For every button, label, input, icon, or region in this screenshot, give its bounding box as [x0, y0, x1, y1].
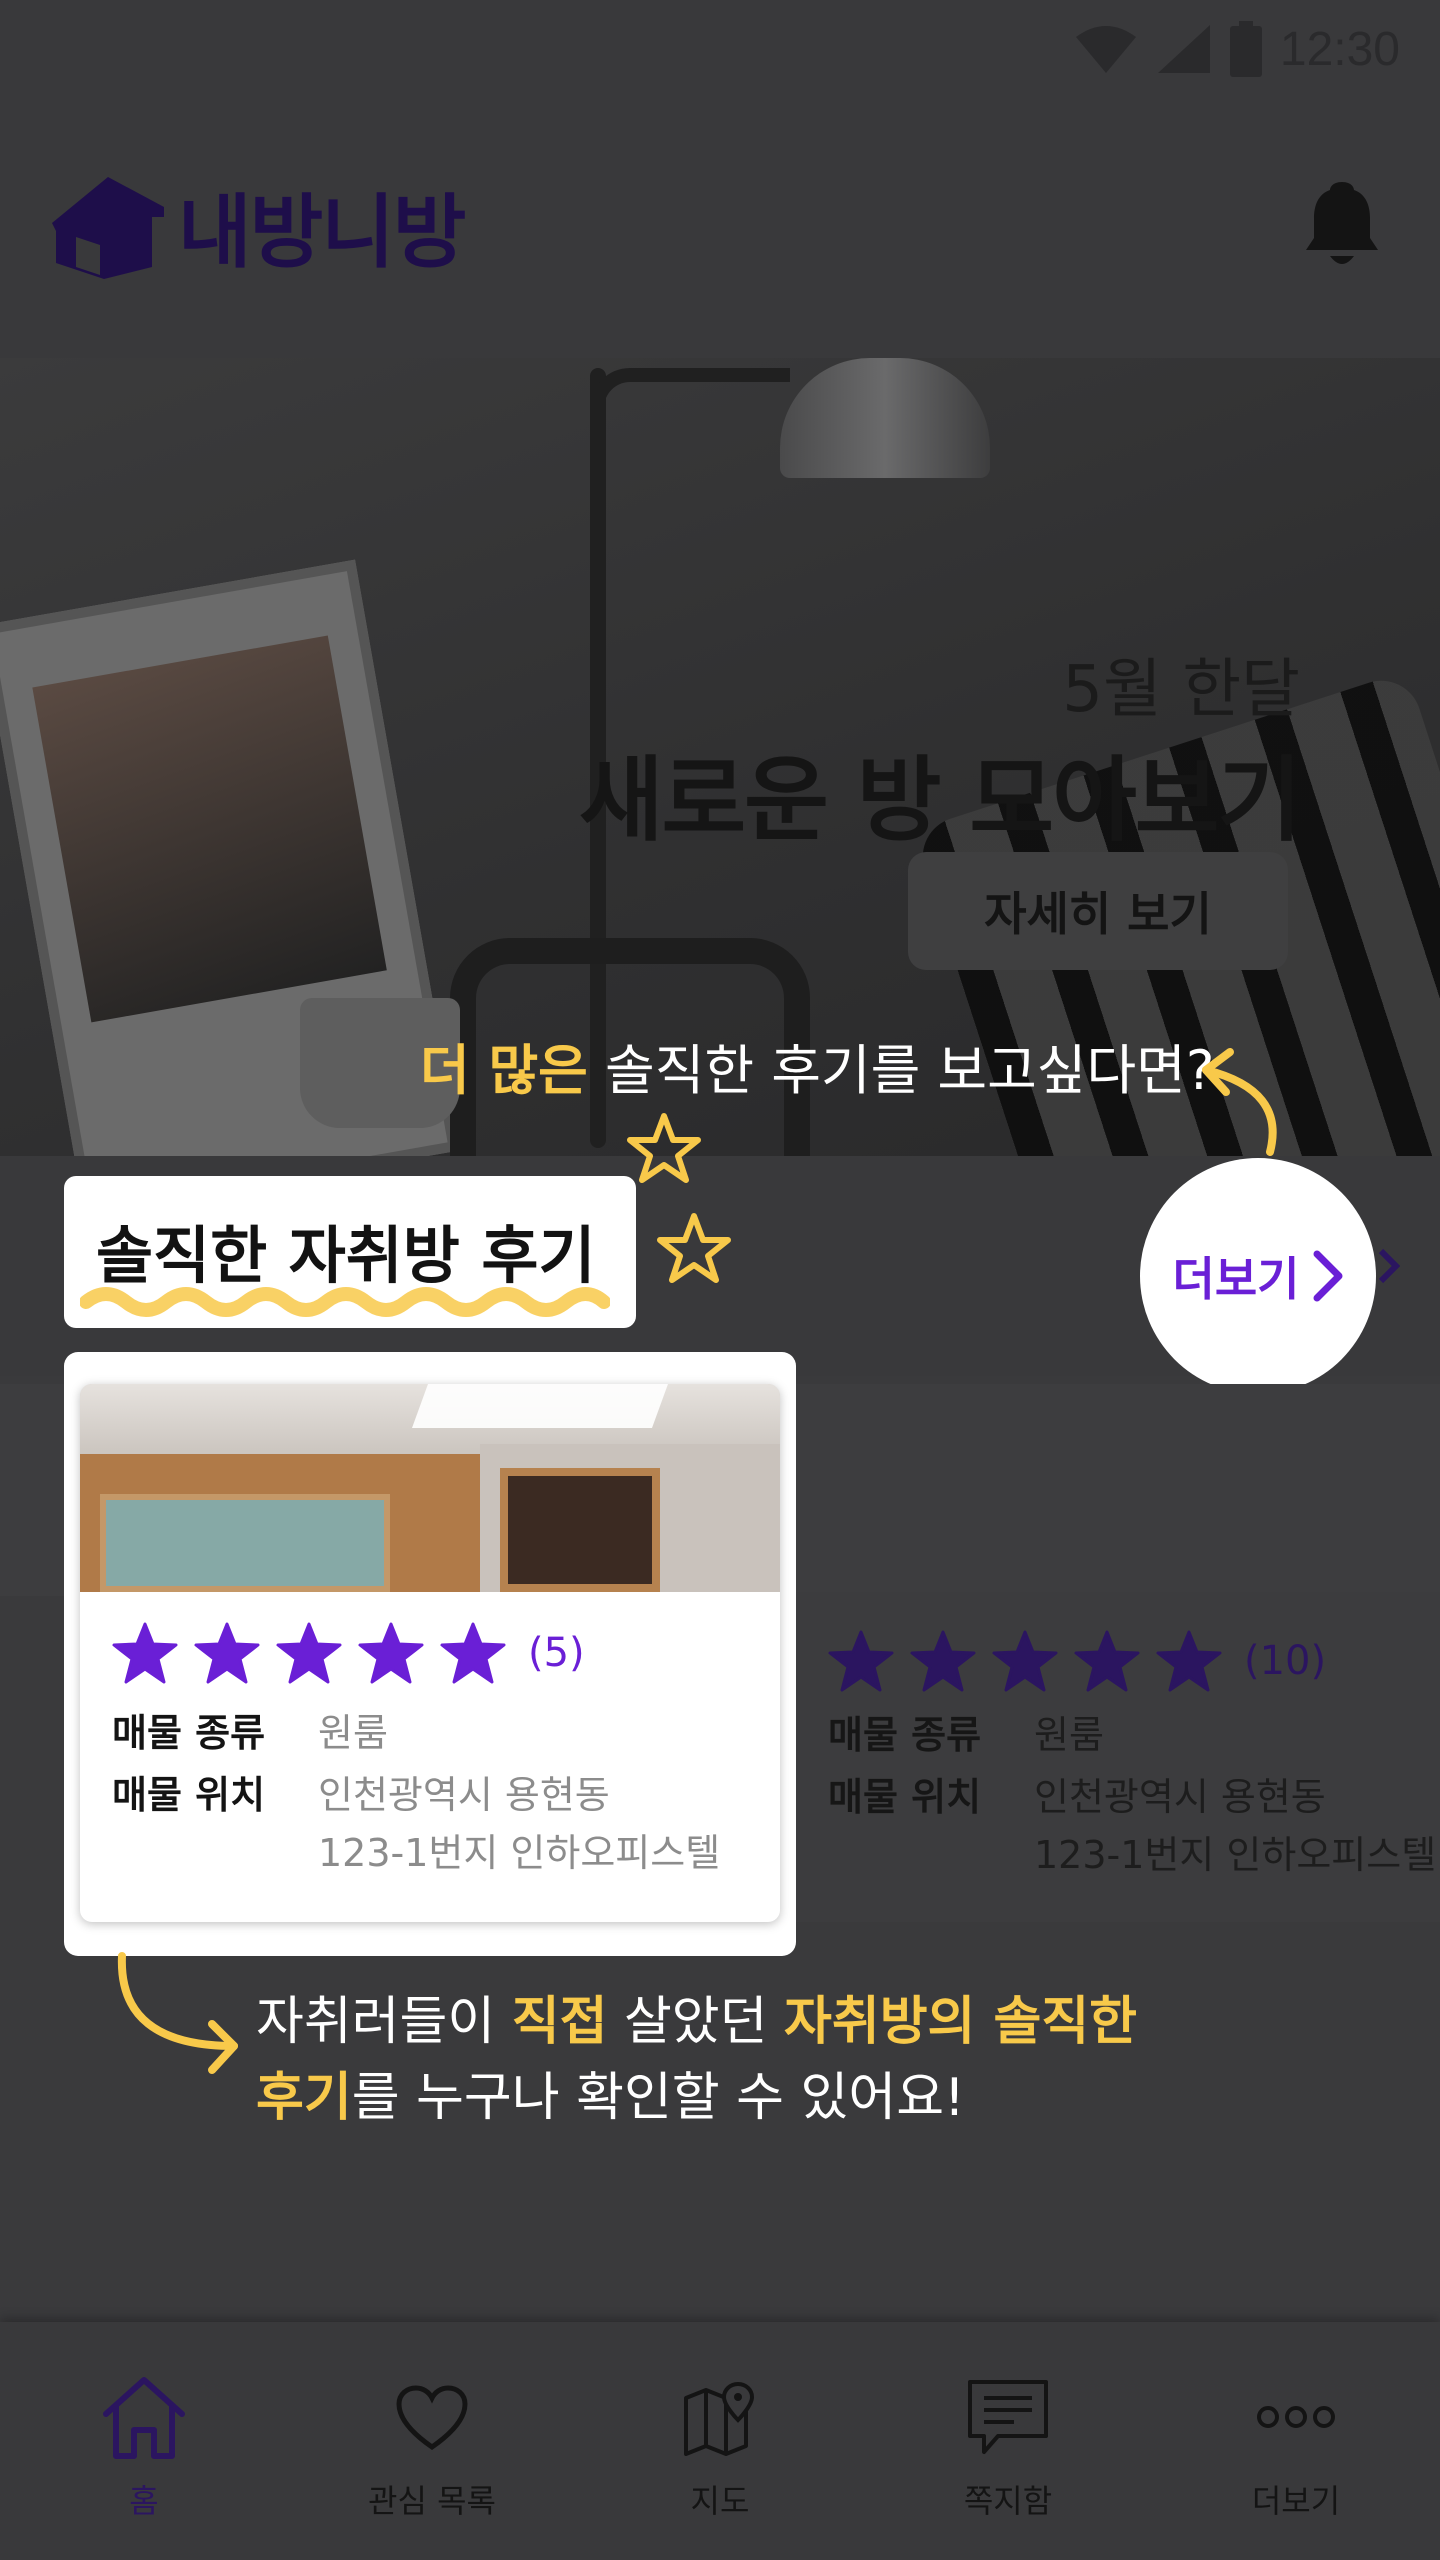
star-filled-icon: [194, 1622, 260, 1684]
nav-item-favorites[interactable]: 관심 목록: [288, 2322, 576, 2560]
property-location-value: 123-1번지 인하오피스텔: [318, 1831, 721, 1875]
nav-label: 더보기: [1251, 2482, 1341, 2520]
property-location-row: 매물 위치 인천광역시 용현동: [828, 1766, 1326, 1821]
callout-highlight: 후기: [256, 2068, 352, 2128]
map-icon: [684, 2381, 755, 2456]
room-light: [411, 1384, 669, 1428]
review-count: (5): [528, 1630, 585, 1676]
nav-label: 지도: [690, 2482, 750, 2520]
app-logo[interactable]: 내방니방: [48, 168, 466, 284]
wifi-icon: [1075, 26, 1136, 73]
property-location-row: 123-1번지 인하오피스텔: [1034, 1824, 1436, 1879]
review-card[interactable]: (10) 매물 종류 원룸 매물 위치 인천광역시 용현동 123-1번지 인하오피…: [790, 1592, 1440, 1922]
banner-title: 새로운 방 모아보기: [578, 747, 1302, 854]
banner-detail-button[interactable]: 자세히 보기: [908, 852, 1288, 970]
bell-icon: [1306, 182, 1378, 264]
callout-more-reviews: 더 많은 솔직한 후기를 보고싶다면?: [420, 1026, 1214, 1105]
star-filled-icon: [910, 1630, 976, 1692]
star-doodle-icon: [627, 1113, 701, 1183]
cellular-signal-icon: [1157, 25, 1210, 73]
notification-button[interactable]: [1302, 178, 1382, 274]
rating-stars: (5): [112, 1622, 585, 1684]
star-filled-icon: [1156, 1630, 1222, 1692]
nav-item-messages[interactable]: 쪽지함: [864, 2322, 1152, 2560]
nav-item-more[interactable]: 더보기: [1152, 2322, 1440, 2560]
callout-text: 솔직한 후기를 보고싶다면?: [587, 1039, 1215, 1102]
star-filled-icon: [992, 1630, 1058, 1692]
star-filled-icon: [1074, 1630, 1140, 1692]
curved-arrow-icon: [117, 1952, 238, 2074]
room-doorway: [500, 1468, 660, 1592]
nav-label: 홈: [129, 2482, 159, 2520]
nav-label: 관심 목록: [368, 2482, 496, 2520]
home-icon: [103, 2377, 185, 2459]
app-name: 내방니방: [178, 186, 466, 279]
property-location-value: 123-1번지 인하오피스텔: [1034, 1833, 1437, 1877]
chevron-right-icon: [1378, 1248, 1400, 1284]
property-location-value: 인천광역시 용현동: [318, 1773, 610, 1817]
property-type-row: 매물 종류 원룸: [112, 1702, 388, 1757]
status-time: 12:30: [1279, 22, 1400, 76]
property-type-label: 매물 종류: [828, 1713, 982, 1757]
property-type-value: 원룸: [1034, 1713, 1104, 1757]
callout-text: 살았던: [607, 1992, 785, 2052]
star-doodle-icon: [657, 1213, 731, 1283]
banner-lamp-arm: [590, 368, 790, 408]
status-bar: 12:30: [0, 0, 1440, 96]
property-type-label: 매물 종류: [112, 1711, 266, 1755]
poster-photo: [32, 635, 387, 1023]
nav-item-map[interactable]: 지도: [576, 2322, 864, 2560]
room-door-glass: [100, 1494, 390, 1592]
curved-arrow-icon: [1202, 1048, 1277, 1156]
status-icons: 12:30: [1074, 14, 1400, 84]
chevron-right-icon: [1313, 1250, 1343, 1302]
star-filled-icon: [358, 1622, 424, 1684]
callout-line-2: 후기를 누구나 확인할 수 있어요!: [256, 2060, 1137, 2136]
battery-icon: [1229, 21, 1262, 77]
message-icon: [968, 2380, 1048, 2454]
callout-review-info: 자취러들이 직접 살았던 자취방의 솔직한 후기를 누구나 확인할 수 있어요!: [256, 1984, 1137, 2136]
star-filled-icon: [112, 1622, 178, 1684]
callout-text: 자취러들이: [256, 1992, 512, 2052]
property-type-row: 매물 종류 원룸: [828, 1704, 1104, 1759]
callout-text: 를 누구나 확인할 수 있어요!: [351, 2068, 965, 2128]
property-type-value: 원룸: [318, 1711, 388, 1755]
star-filled-icon: [828, 1630, 894, 1692]
banner-subtitle: 5월 한달: [1062, 653, 1300, 727]
app-header: 내방니방: [0, 96, 1440, 358]
more-reviews-button[interactable]: 더보기: [1140, 1158, 1376, 1394]
wavy-underline-decoration: [80, 1287, 610, 1317]
more-dots-icon: [1257, 2406, 1335, 2428]
callout-line-1: 자취러들이 직접 살았던 자취방의 솔직한: [256, 1984, 1137, 2060]
property-location-value: 인천광역시 용현동: [1034, 1775, 1326, 1819]
nav-label: 쪽지함: [963, 2482, 1053, 2520]
callout-highlight: 더 많은: [420, 1039, 588, 1102]
room-photo: [80, 1384, 780, 1592]
heart-icon: [396, 2385, 468, 2451]
callout-highlight: 직접: [511, 1992, 608, 2052]
star-filled-icon: [440, 1622, 506, 1684]
rating-stars: (10): [828, 1630, 1326, 1692]
star-filled-icon: [276, 1622, 342, 1684]
property-location-label: 매물 위치: [828, 1775, 982, 1819]
more-label: 더보기: [1172, 1252, 1300, 1306]
review-count: (10): [1244, 1638, 1327, 1684]
bottom-navigation: 홈 관심 목록 지도 쪽지함 더보기: [0, 2322, 1440, 2560]
review-card[interactable]: (5) 매물 종류 원룸 매물 위치 인천광역시 용현동 123-1번지 인하오피스…: [80, 1384, 780, 1922]
property-location-row: 매물 위치 인천광역시 용현동 123-1번지 인하오피스텔: [112, 1764, 720, 1875]
callout-highlight: 자취방의 솔직한: [784, 1992, 1137, 2052]
nav-item-home[interactable]: 홈: [0, 2322, 288, 2560]
house-logo-icon: [52, 177, 164, 279]
property-location-label: 매물 위치: [112, 1773, 266, 1817]
